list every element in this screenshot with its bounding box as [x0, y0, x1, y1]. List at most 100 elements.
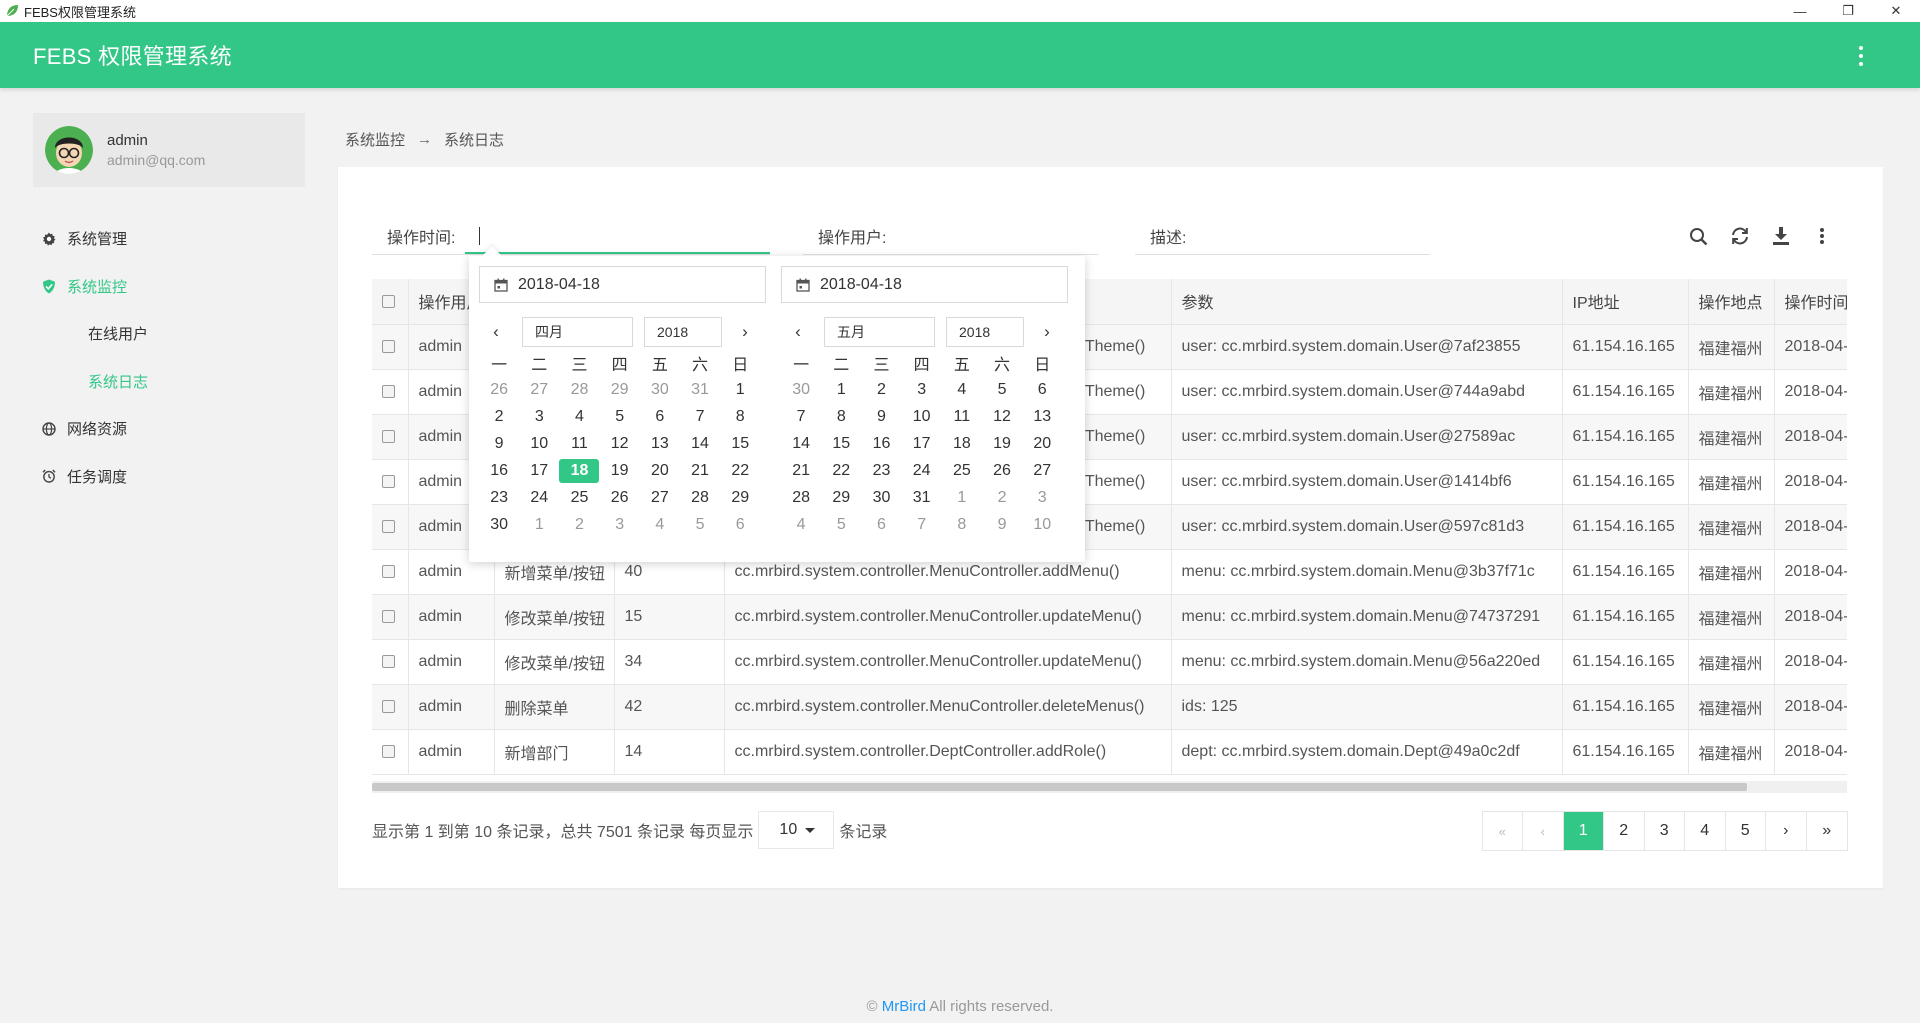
calendar-day[interactable]: 4 [781, 511, 821, 538]
start-date-input[interactable]: 2018-04-18 [479, 266, 766, 303]
sidebar-item-system-monitor[interactable]: 系统监控 [33, 263, 305, 311]
operation-user-input[interactable] [886, 217, 1098, 254]
minimize-button[interactable]: — [1776, 0, 1824, 22]
calendar-day[interactable]: 6 [1022, 376, 1062, 403]
calendar-day[interactable]: 27 [519, 376, 559, 403]
sidebar-item-network-resources[interactable]: 网络资源 [33, 405, 305, 453]
next-page-button[interactable]: › [1766, 812, 1807, 850]
calendar-day[interactable]: 6 [861, 511, 901, 538]
calendar-day[interactable]: 27 [640, 484, 680, 511]
calendar-day[interactable]: 28 [781, 484, 821, 511]
calendar-day[interactable]: 15 [821, 430, 861, 457]
calendar-day[interactable]: 7 [781, 403, 821, 430]
breadcrumb-parent[interactable]: 系统监控 [345, 129, 405, 150]
start-year-select[interactable]: 2018 [644, 317, 722, 347]
calendar-day[interactable]: 5 [680, 511, 720, 538]
calendar-day[interactable]: 6 [720, 511, 760, 538]
page-size-select[interactable]: 10 [758, 811, 835, 849]
calendar-day[interactable]: 5 [600, 403, 640, 430]
prev-page-button[interactable]: ‹ [1523, 812, 1564, 850]
end-month-select[interactable]: 五月 [824, 317, 935, 347]
calendar-day[interactable]: 28 [559, 376, 599, 403]
calendar-day[interactable]: 17 [519, 457, 559, 484]
calendar-day[interactable]: 30 [479, 511, 519, 538]
restore-button[interactable]: ❐ [1824, 0, 1872, 22]
calendar-day[interactable]: 13 [1022, 403, 1062, 430]
page-button-3[interactable]: 3 [1644, 812, 1685, 850]
calendar-day[interactable]: 30 [640, 376, 680, 403]
calendar-day[interactable]: 10 [519, 430, 559, 457]
horizontal-scrollbar[interactable] [372, 781, 1847, 793]
first-page-button[interactable]: « [1482, 812, 1523, 850]
calendar-day[interactable]: 1 [519, 511, 559, 538]
calendar-day[interactable]: 6 [640, 403, 680, 430]
operation-time-input[interactable] [465, 217, 770, 254]
refresh-icon[interactable] [1719, 223, 1760, 249]
table-row[interactable]: admin 新增部门 14 cc.mrbird.system.controller.D… [372, 729, 1847, 775]
row-checkbox[interactable] [382, 474, 395, 488]
calendar-day[interactable]: 30 [781, 376, 821, 403]
scrollbar-thumb[interactable] [372, 783, 1747, 791]
calendar-day[interactable]: 1 [720, 376, 760, 403]
calendar-day[interactable]: 25 [942, 457, 982, 484]
calendar-day[interactable]: 11 [559, 430, 599, 457]
sidebar-item-system-management[interactable]: 系统管理 [33, 215, 305, 263]
calendar-day[interactable]: 11 [942, 403, 982, 430]
calendar-day[interactable]: 8 [942, 511, 982, 538]
page-button-4[interactable]: 4 [1685, 812, 1726, 850]
row-checkbox[interactable] [382, 339, 395, 353]
calendar-day[interactable]: 7 [902, 511, 942, 538]
column-header[interactable]: IP地址 [1562, 279, 1689, 325]
calendar-day[interactable]: 24 [902, 457, 942, 484]
more-vertical-icon[interactable] [1858, 46, 1864, 66]
calendar-day[interactable]: 28 [680, 484, 720, 511]
page-button-1[interactable]: 1 [1563, 812, 1604, 850]
table-row[interactable]: admin 删除菜单 42 cc.mrbird.system.controller.M… [372, 684, 1847, 730]
sidebar-item-task-scheduling[interactable]: 任务调度 [33, 453, 305, 501]
prev-month-button[interactable]: ‹ [786, 322, 810, 342]
row-checkbox[interactable] [382, 744, 395, 758]
row-checkbox[interactable] [382, 564, 395, 578]
column-header[interactable]: 操作时间 [1774, 279, 1847, 325]
end-date-input[interactable]: 2018-04-18 [781, 266, 1068, 303]
prev-month-button[interactable]: ‹ [484, 322, 508, 342]
calendar-day[interactable]: 5 [982, 376, 1022, 403]
page-button-5[interactable]: 5 [1725, 812, 1766, 850]
table-row[interactable]: admin 修改菜单/按钮 34 cc.mrbird.system.controlle… [372, 639, 1847, 685]
row-checkbox[interactable] [382, 429, 395, 443]
download-icon[interactable] [1760, 223, 1801, 249]
column-header[interactable]: 参数 [1171, 279, 1563, 325]
calendar-day[interactable]: 14 [781, 430, 821, 457]
calendar-day[interactable]: 2 [861, 376, 901, 403]
calendar-day[interactable]: 2 [559, 511, 599, 538]
calendar-day[interactable]: 19 [982, 430, 1022, 457]
start-month-select[interactable]: 四月 [522, 317, 633, 347]
calendar-day[interactable]: 16 [479, 457, 519, 484]
calendar-day[interactable]: 24 [519, 484, 559, 511]
calendar-day[interactable]: 20 [1022, 430, 1062, 457]
calendar-day[interactable]: 21 [680, 457, 720, 484]
author-link[interactable]: MrBird [882, 998, 926, 1015]
calendar-day[interactable]: 22 [821, 457, 861, 484]
row-checkbox[interactable] [382, 384, 395, 398]
calendar-day[interactable]: 8 [720, 403, 760, 430]
calendar-day[interactable]: 26 [600, 484, 640, 511]
close-window-button[interactable]: ✕ [1872, 0, 1920, 22]
select-all-checkbox[interactable] [382, 294, 395, 308]
calendar-day[interactable]: 9 [479, 430, 519, 457]
calendar-day[interactable]: 15 [720, 430, 760, 457]
end-year-select[interactable]: 2018 [946, 317, 1024, 347]
row-checkbox[interactable] [382, 654, 395, 668]
calendar-day[interactable]: 12 [600, 430, 640, 457]
sidebar-item-online-users[interactable]: 在线用户 [33, 310, 305, 358]
calendar-day[interactable]: 4 [640, 511, 680, 538]
calendar-day[interactable]: 3 [902, 376, 942, 403]
calendar-day[interactable]: 3 [519, 403, 559, 430]
calendar-day[interactable]: 21 [781, 457, 821, 484]
calendar-day[interactable]: 4 [559, 403, 599, 430]
calendar-day[interactable]: 22 [720, 457, 760, 484]
calendar-day[interactable]: 9 [982, 511, 1022, 538]
calendar-day[interactable]: 1 [942, 484, 982, 511]
row-checkbox[interactable] [382, 699, 395, 713]
column-header[interactable]: 操作地点 [1688, 279, 1775, 325]
